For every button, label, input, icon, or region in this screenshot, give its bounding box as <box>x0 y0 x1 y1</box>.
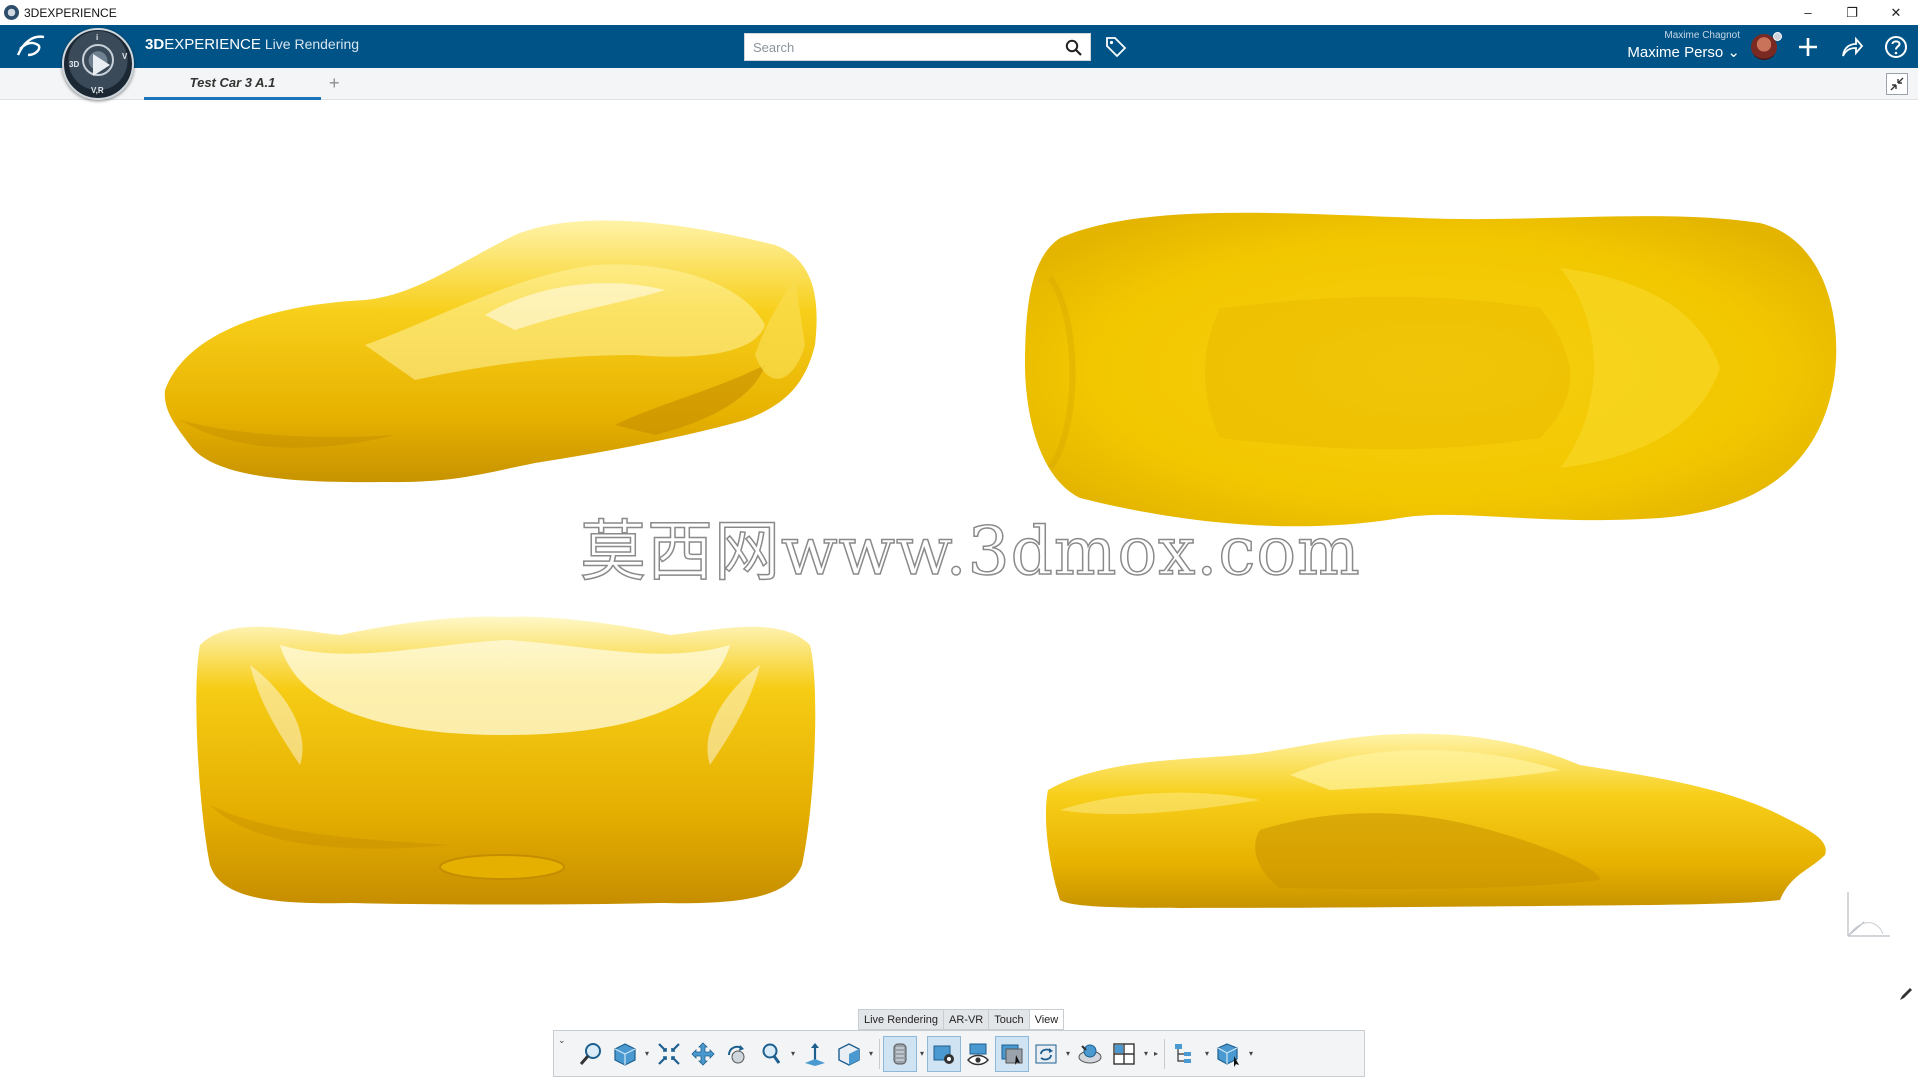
tree-icon[interactable] <box>1168 1036 1202 1072</box>
tab-touch[interactable]: Touch <box>988 1009 1030 1030</box>
view-cube-icon[interactable] <box>608 1036 642 1072</box>
window-controls: – ❐ ✕ <box>1786 0 1918 25</box>
close-button[interactable]: ✕ <box>1874 0 1918 25</box>
rotate-icon[interactable] <box>720 1036 754 1072</box>
search-icon[interactable] <box>1065 39 1082 56</box>
top-bar: 3DEXPERIENCELive Rendering Maxime Chagno… <box>0 25 1918 68</box>
ds-mark-icon <box>16 35 45 57</box>
view-cube-dropdown[interactable]: ▾ <box>642 1036 652 1072</box>
car-side-view[interactable] <box>1040 730 1840 930</box>
more-arrow-icon[interactable]: ▸ <box>1151 1036 1161 1072</box>
tab-live-rendering[interactable]: Live Rendering <box>858 1009 944 1030</box>
3d-viewport[interactable]: 莫西网www.3dmox.com <box>0 100 1918 1079</box>
minimize-button[interactable]: – <box>1786 0 1830 25</box>
collapse-icon[interactable] <box>1886 73 1908 95</box>
multi-view-dropdown[interactable]: ▾ <box>1141 1036 1151 1072</box>
user-account-name: Maxime Chagnot <box>1664 30 1740 41</box>
compass-label-top: i <box>96 33 99 42</box>
share-icon[interactable] <box>1838 33 1866 61</box>
user-menu[interactable]: Maxime Chagnot Maxime Perso ⌄ <box>1627 30 1740 61</box>
zoom-icon[interactable] <box>754 1036 788 1072</box>
model-cube-icon[interactable] <box>1212 1036 1246 1072</box>
car-top-view[interactable] <box>1020 198 1842 538</box>
action-bar: ⌄ ▾ ▾ ▾ ▾ ▾ ▾ ▸ ▾ ▾ <box>553 1030 1365 1077</box>
zoom-dropdown[interactable]: ▾ <box>788 1036 798 1072</box>
compass-label-bottom: V,R <box>91 86 104 95</box>
add-icon[interactable] <box>1794 33 1822 61</box>
help-icon[interactable] <box>1882 33 1910 61</box>
refresh-view-dropdown[interactable]: ▾ <box>1063 1036 1073 1072</box>
normal-view-icon[interactable] <box>798 1036 832 1072</box>
compass-widget[interactable]: i 3D V V,R <box>62 28 134 100</box>
restore-button[interactable]: ❐ <box>1830 0 1874 25</box>
tab-test-car[interactable]: Test Car 3 A.1 <box>144 68 321 100</box>
car-front-view[interactable] <box>190 605 820 910</box>
render-style-icon[interactable] <box>883 1035 917 1072</box>
notification-badge <box>1773 32 1782 41</box>
document-tab-bar: Test Car 3 A.1 + <box>0 68 1918 100</box>
app-name: Live Rendering <box>264 36 360 52</box>
fit-all-icon[interactable] <box>652 1036 686 1072</box>
iso-view-icon[interactable] <box>832 1036 866 1072</box>
pen-icon[interactable] <box>1898 986 1914 1002</box>
brand-bold: 3D <box>145 36 165 53</box>
tag-icon[interactable] <box>1104 35 1128 59</box>
tab-ar-vr[interactable]: AR-VR <box>943 1009 990 1030</box>
user-display-name: Maxime Perso ⌄ <box>1627 44 1740 61</box>
watermark: 莫西网www.3dmox.com <box>579 512 1361 591</box>
app-title: 3DEXPERIENCE Live Rendering <box>145 36 359 53</box>
search-input[interactable] <box>745 34 1045 60</box>
app-window: 3DEXPERIENCE – ❐ ✕ 3DEXPERIENCE Live Rend… <box>0 0 1918 1079</box>
tree-dropdown[interactable]: ▾ <box>1202 1036 1212 1072</box>
lighting-icon[interactable] <box>927 1035 961 1072</box>
window-title: 3DEXPERIENCE <box>24 5 117 20</box>
render-style-dropdown[interactable]: ▾ <box>917 1036 927 1072</box>
play-icon[interactable] <box>93 54 110 76</box>
refresh-view-icon[interactable] <box>1029 1036 1063 1072</box>
pan-icon[interactable] <box>686 1036 720 1072</box>
action-bar-expander[interactable]: ⌄ <box>558 1035 566 1046</box>
axis-triad-icon[interactable] <box>1838 886 1898 946</box>
action-bar-tabs: Live Rendering AR-VR Touch View <box>858 1009 1065 1030</box>
add-tab-button[interactable]: + <box>329 73 340 94</box>
brand-rest: EXPERIENCE <box>164 36 261 53</box>
dassault-logo-icon[interactable] <box>14 31 48 61</box>
window-titlebar: 3DEXPERIENCE – ❐ ✕ <box>0 0 1918 25</box>
compass-label-right: V <box>122 52 128 61</box>
tab-view[interactable]: View <box>1028 1009 1065 1030</box>
app-logo-icon <box>4 5 19 20</box>
model-cube-dropdown[interactable]: ▾ <box>1246 1036 1256 1072</box>
zoom-area-icon[interactable] <box>574 1036 608 1072</box>
hide-show-icon[interactable] <box>961 1036 995 1072</box>
search-box <box>744 33 1091 61</box>
multi-view-icon[interactable] <box>1107 1036 1141 1072</box>
environment-icon[interactable] <box>1073 1036 1107 1072</box>
avatar[interactable] <box>1751 32 1782 60</box>
swap-visible-icon[interactable] <box>995 1035 1029 1072</box>
iso-view-dropdown[interactable]: ▾ <box>866 1036 876 1072</box>
toolbar-separator-2 <box>1164 1038 1165 1069</box>
compass-label-left: 3D <box>69 60 80 69</box>
toolbar-separator <box>879 1038 880 1069</box>
